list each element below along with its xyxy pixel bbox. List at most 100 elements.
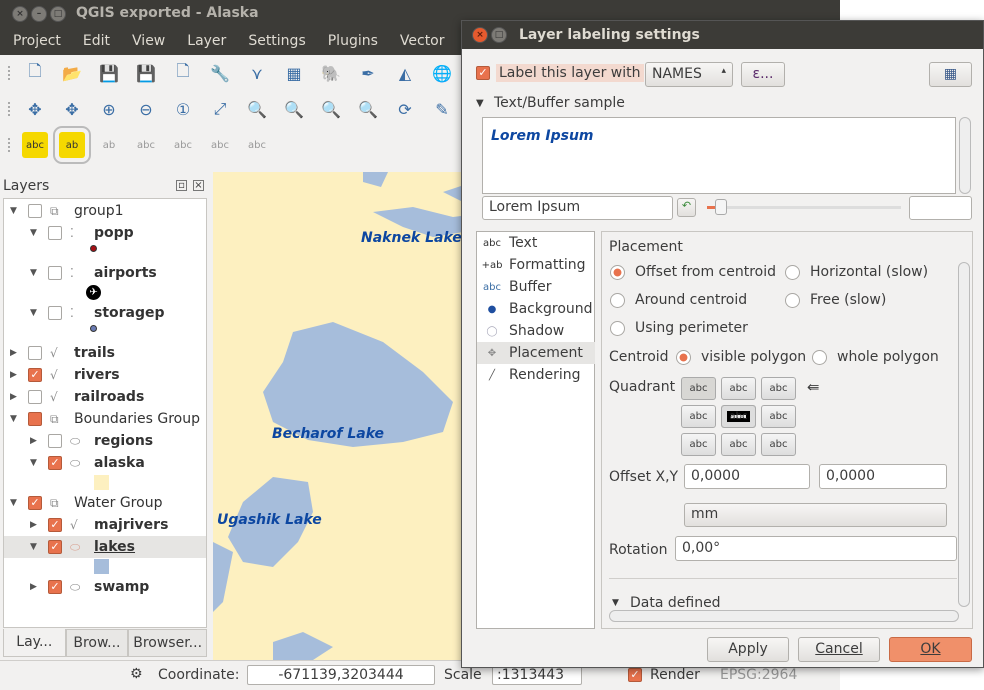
- sample-scrollbar[interactable]: [959, 117, 971, 194]
- float-panel-icon[interactable]: ▫: [176, 180, 187, 191]
- pin-labels-icon[interactable]: ab: [96, 132, 122, 158]
- expanded-arrow-icon[interactable]: ▼: [30, 228, 40, 238]
- quadrant-button[interactable]: abc: [761, 433, 796, 456]
- quadrant-button[interactable]: abc: [721, 405, 756, 428]
- toolbar-grip[interactable]: [8, 138, 12, 152]
- layer-visibility-checkbox[interactable]: ✓: [48, 540, 62, 554]
- pan-to-selection-icon[interactable]: ✥: [59, 96, 85, 122]
- composer-manager-icon[interactable]: 🔧: [207, 60, 233, 86]
- toolbar-grip[interactable]: [8, 102, 12, 116]
- save-as-icon[interactable]: 💾: [133, 60, 159, 86]
- menu-layer[interactable]: Layer: [187, 28, 226, 55]
- layer-item-majrivers[interactable]: ▶ ✓ √ majrivers: [4, 514, 206, 536]
- close-window-button[interactable]: ×: [12, 6, 28, 22]
- layer-visibility-checkbox[interactable]: [48, 434, 62, 448]
- layer-item-railroads[interactable]: ▶ √ railroads: [4, 386, 206, 408]
- layer-visibility-checkbox[interactable]: ✓: [28, 496, 42, 510]
- apply-button[interactable]: Apply: [707, 637, 789, 662]
- nav-placement[interactable]: ✥ Placement: [477, 342, 595, 364]
- collapsed-arrow-icon[interactable]: ▶: [10, 348, 20, 358]
- new-project-icon[interactable]: 🗋: [22, 60, 48, 86]
- layer-visibility-checkbox[interactable]: [28, 346, 42, 360]
- collapsed-arrow-icon[interactable]: ▶: [30, 520, 40, 530]
- horizontal-scrollbar[interactable]: [609, 610, 959, 622]
- layer-visibility-checkbox[interactable]: ✓: [48, 456, 62, 470]
- collapsed-arrow-icon[interactable]: ▶: [30, 436, 40, 446]
- quadrant-button[interactable]: abc: [681, 405, 716, 428]
- radio-visible-polygon[interactable]: visible polygon: [676, 349, 806, 365]
- menu-edit[interactable]: Edit: [83, 28, 110, 55]
- zoom-next-icon[interactable]: 🔍: [355, 96, 381, 122]
- menu-plugins[interactable]: Plugins: [328, 28, 378, 55]
- expanded-arrow-icon[interactable]: ▼: [10, 206, 20, 216]
- layer-visibility-checkbox[interactable]: ✓: [28, 368, 42, 382]
- data-defined-quadrant-icon[interactable]: ⇚: [807, 378, 820, 396]
- collapsed-arrow-icon[interactable]: ▶: [10, 370, 20, 380]
- cancel-button[interactable]: Cancel: [798, 637, 880, 662]
- crs-status[interactable]: EPSG:2964: [720, 667, 797, 683]
- maximize-dialog-button[interactable]: □: [491, 27, 507, 43]
- layer-item-rivers[interactable]: ▶ ✓ √ rivers: [4, 364, 206, 386]
- add-vector-icon[interactable]: ⋎: [244, 60, 270, 86]
- layer-labeling-icon[interactable]: ab: [53, 126, 91, 164]
- pan-icon[interactable]: ✥: [22, 96, 48, 122]
- save-project-icon[interactable]: 💾: [96, 60, 122, 86]
- nav-formatting[interactable]: +ab Formatting: [477, 254, 595, 276]
- layer-visibility-checkbox[interactable]: [28, 390, 42, 404]
- move-label-icon[interactable]: abc: [170, 132, 196, 158]
- zoom-layer-icon[interactable]: 🔍: [281, 96, 307, 122]
- sample-text-input[interactable]: Lorem Ipsum: [482, 196, 673, 220]
- expanded-arrow-icon[interactable]: ▼: [10, 498, 20, 508]
- show-labels-icon[interactable]: abc: [133, 132, 159, 158]
- quadrant-button[interactable]: abc: [761, 405, 796, 428]
- nav-rendering[interactable]: ╱ Rendering: [477, 364, 595, 386]
- open-project-icon[interactable]: 📂: [59, 60, 85, 86]
- menu-project[interactable]: Project: [13, 28, 61, 55]
- layer-visibility-checkbox[interactable]: ✓: [48, 580, 62, 594]
- zoom-out-icon[interactable]: ⊖: [133, 96, 159, 122]
- radio-free[interactable]: Free (slow): [785, 292, 886, 308]
- radio-whole-polygon[interactable]: whole polygon: [812, 349, 939, 365]
- ok-button[interactable]: OK: [889, 637, 972, 662]
- offset-x-input[interactable]: 0,0000: [684, 464, 810, 489]
- nav-text[interactable]: abc Text: [477, 232, 595, 254]
- panel-tab[interactable]: Brow...: [65, 629, 129, 657]
- layer-item-water-group[interactable]: ▼ ✓ ⧉ Water Group: [4, 492, 206, 514]
- menu-settings[interactable]: Settings: [248, 28, 305, 55]
- scale-field[interactable]: :1313443: [492, 665, 582, 685]
- layer-item-trails[interactable]: ▶ √ trails: [4, 342, 206, 364]
- toolbar-grip[interactable]: [8, 66, 12, 80]
- menu-view[interactable]: View: [132, 28, 165, 55]
- label-field-select[interactable]: NAMES ▴: [645, 62, 733, 87]
- panel-tab[interactable]: Browser...: [128, 629, 208, 657]
- radio-horizontal[interactable]: Horizontal (slow): [785, 264, 928, 280]
- nav-buffer[interactable]: abc Buffer: [477, 276, 595, 298]
- digitize-icon[interactable]: ✎: [429, 96, 455, 122]
- label-icon[interactable]: abc: [22, 132, 48, 158]
- layer-visibility-checkbox[interactable]: [48, 266, 62, 280]
- reset-sample-icon[interactable]: ↶: [677, 198, 696, 217]
- close-dialog-button[interactable]: ×: [472, 27, 488, 43]
- panel-tab[interactable]: Lay...: [3, 629, 66, 657]
- layer-item-popp[interactable]: ▼ ⁚ popp: [4, 222, 206, 244]
- menu-vector[interactable]: Vector: [400, 28, 445, 55]
- coordinate-field[interactable]: -671139,3203444: [247, 665, 435, 685]
- refresh-icon[interactable]: ⟳: [392, 96, 418, 122]
- close-panel-icon[interactable]: ×: [193, 180, 204, 191]
- maximize-window-button[interactable]: □: [50, 6, 66, 22]
- layer-visibility-checkbox[interactable]: [48, 306, 62, 320]
- collapsed-arrow-icon[interactable]: ▶: [30, 582, 40, 592]
- expanded-arrow-icon[interactable]: ▼: [10, 414, 20, 424]
- add-wms-icon[interactable]: ◭: [392, 60, 418, 86]
- collapse-icon[interactable]: ▼: [612, 598, 619, 608]
- layer-item-regions[interactable]: ▶ ⬭ regions: [4, 430, 206, 452]
- rule-based-icon[interactable]: ▦: [929, 62, 972, 87]
- zoom-actual-icon[interactable]: ①: [170, 96, 196, 122]
- radio-using-perimeter[interactable]: Using perimeter: [610, 320, 748, 336]
- rotate-label-icon[interactable]: abc: [207, 132, 233, 158]
- layer-item-alaska[interactable]: ▼ ✓ ⬭ alaska: [4, 452, 206, 474]
- data-defined-section[interactable]: Data defined: [630, 595, 721, 608]
- add-raster-icon[interactable]: ▦: [281, 60, 307, 86]
- zoom-selection-icon[interactable]: 🔍: [244, 96, 270, 122]
- layer-visibility-checkbox[interactable]: [48, 226, 62, 240]
